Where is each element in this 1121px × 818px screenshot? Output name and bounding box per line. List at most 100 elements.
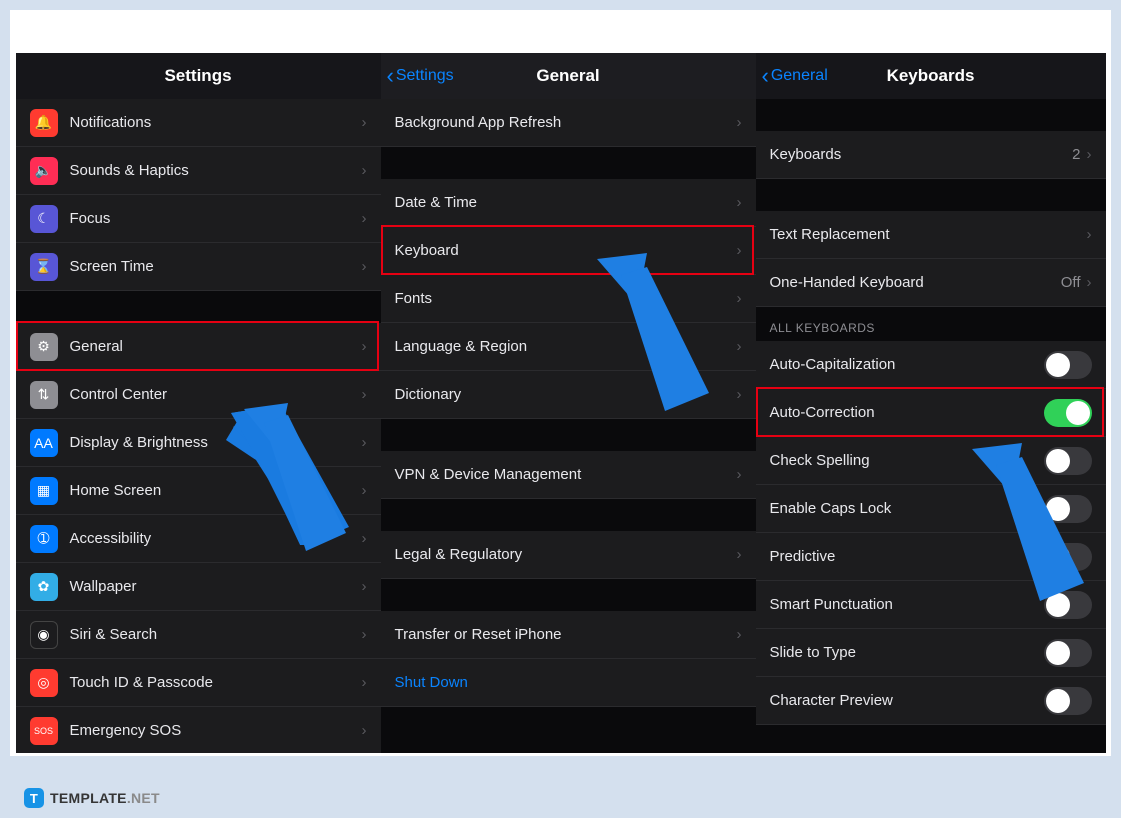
row-label: Check Spelling bbox=[770, 452, 1044, 469]
row-label: Auto-Correction bbox=[770, 404, 1044, 421]
toggle-auto-correction[interactable] bbox=[1044, 399, 1092, 427]
row-fonts[interactable]: Fonts› bbox=[381, 275, 756, 323]
back-label: General bbox=[771, 67, 828, 85]
toggle-auto-capitalization[interactable] bbox=[1044, 351, 1092, 379]
row-label: Background App Refresh bbox=[395, 114, 737, 131]
person-icon: ➀ bbox=[30, 525, 58, 553]
row-date-time[interactable]: Date & Time› bbox=[381, 179, 756, 227]
row-screen-time[interactable]: ⌛Screen Time› bbox=[16, 243, 381, 291]
toggle-check-spelling[interactable] bbox=[1044, 447, 1092, 475]
row-character-preview[interactable]: Character Preview bbox=[756, 677, 1106, 725]
row-check-spelling[interactable]: Check Spelling bbox=[756, 437, 1106, 485]
row-focus[interactable]: ☾Focus› bbox=[16, 195, 381, 243]
settings-title: Settings bbox=[164, 66, 231, 86]
row-label: Text Replacement bbox=[770, 226, 1087, 243]
row-one-handed-keyboard[interactable]: One-Handed KeyboardOff› bbox=[756, 259, 1106, 307]
row-display-brightness[interactable]: AA Display & Brightness› bbox=[16, 419, 381, 467]
chevron-right-icon: › bbox=[737, 466, 742, 483]
row-auto-capitalization[interactable]: Auto-Capitalization bbox=[756, 341, 1106, 389]
row-label: Touch ID & Passcode bbox=[70, 674, 362, 691]
row-label: General bbox=[70, 338, 362, 355]
row-emergency-sos[interactable]: SOSEmergency SOS› bbox=[16, 707, 381, 753]
watermark-suffix: .NET bbox=[127, 790, 160, 806]
row-label: Predictive bbox=[770, 548, 1044, 565]
row-general[interactable]: ⚙General› bbox=[16, 323, 381, 371]
siri-icon: ◉ bbox=[30, 621, 58, 649]
row-label: Control Center bbox=[70, 386, 362, 403]
row-label: Display & Brightness bbox=[70, 434, 362, 451]
chevron-right-icon: › bbox=[737, 338, 742, 355]
row-label: Siri & Search bbox=[70, 626, 362, 643]
watermark-brand: TEMPLATE bbox=[50, 790, 127, 806]
row-legal-regulatory[interactable]: Legal & Regulatory› bbox=[381, 531, 756, 579]
chevron-right-icon: › bbox=[737, 386, 742, 403]
chevron-right-icon: › bbox=[362, 434, 367, 451]
row-notifications[interactable]: 🔔Notifications› bbox=[16, 99, 381, 147]
row-enable-caps-lock[interactable]: Enable Caps Lock bbox=[756, 485, 1106, 533]
fingerprint-icon: ◎ bbox=[30, 669, 58, 697]
row-label: Fonts bbox=[395, 290, 737, 307]
toggle-slide-to-type[interactable] bbox=[1044, 639, 1092, 667]
toggle-enable-caps-lock[interactable] bbox=[1044, 495, 1092, 523]
row-siri-search[interactable]: ◉Siri & Search› bbox=[16, 611, 381, 659]
row-label: Language & Region bbox=[395, 338, 737, 355]
grid-icon: ▦ bbox=[30, 477, 58, 505]
toggle-predictive[interactable] bbox=[1044, 543, 1092, 571]
row-label: Date & Time bbox=[395, 194, 737, 211]
chevron-right-icon: › bbox=[362, 114, 367, 131]
row-label: Smart Punctuation bbox=[770, 596, 1044, 613]
chevron-right-icon: › bbox=[1087, 146, 1092, 163]
row-control-center[interactable]: ⇅Control Center› bbox=[16, 371, 381, 419]
chevron-left-icon: ‹ bbox=[762, 65, 769, 87]
watermark-badge: T bbox=[24, 788, 44, 808]
row-keyboards[interactable]: Keyboards2 › bbox=[756, 131, 1106, 179]
row-value: 2 bbox=[1072, 146, 1080, 163]
keyboards-header: ‹ General Keyboards bbox=[756, 53, 1106, 99]
row-vpn-device-management[interactable]: VPN & Device Management› bbox=[381, 451, 756, 499]
row-accessibility[interactable]: ➀Accessibility› bbox=[16, 515, 381, 563]
settings-header: Settings bbox=[16, 53, 381, 99]
row-label: Keyboards bbox=[770, 146, 1073, 163]
aa-icon: AA bbox=[30, 429, 58, 457]
row-home-screen[interactable]: ▦ Home Screen› bbox=[16, 467, 381, 515]
row-language-region[interactable]: Language & Region› bbox=[381, 323, 756, 371]
chevron-right-icon: › bbox=[362, 482, 367, 499]
chevron-right-icon: › bbox=[737, 194, 742, 211]
row-keyboard[interactable]: Keyboard› bbox=[381, 227, 756, 275]
row-shut-down[interactable]: Shut Down bbox=[381, 659, 756, 707]
row-predictive[interactable]: Predictive bbox=[756, 533, 1106, 581]
toggle-smart-punctuation[interactable] bbox=[1044, 591, 1092, 619]
row-label: Home Screen bbox=[70, 482, 362, 499]
chevron-right-icon: › bbox=[737, 114, 742, 131]
chevron-right-icon: › bbox=[362, 674, 367, 691]
watermark: T TEMPLATE.NET bbox=[24, 788, 160, 808]
moon-icon: ☾ bbox=[30, 205, 58, 233]
row-wallpaper[interactable]: ✿Wallpaper› bbox=[16, 563, 381, 611]
row-transfer-or-reset-iphone[interactable]: Transfer or Reset iPhone› bbox=[381, 611, 756, 659]
chevron-right-icon: › bbox=[737, 546, 742, 563]
back-to-settings[interactable]: ‹ Settings bbox=[387, 65, 454, 87]
row-sounds-haptics[interactable]: 🔈Sounds & Haptics› bbox=[16, 147, 381, 195]
row-label: Wallpaper bbox=[70, 578, 362, 595]
row-smart-punctuation[interactable]: Smart Punctuation bbox=[756, 581, 1106, 629]
row-slide-to-type[interactable]: Slide to Type bbox=[756, 629, 1106, 677]
row-label: Character Preview bbox=[770, 692, 1044, 709]
row-label: Transfer or Reset iPhone bbox=[395, 626, 737, 643]
row-touch-id-passcode[interactable]: ◎ Touch ID & Passcode› bbox=[16, 659, 381, 707]
keyboards-panel: ‹ General Keyboards Keyboards2› Text Rep… bbox=[756, 53, 1106, 753]
flower-icon: ✿ bbox=[30, 573, 58, 601]
settings-panel: Settings 🔔Notifications›🔈Sounds & Haptic… bbox=[16, 53, 381, 753]
row-text-replacement[interactable]: Text Replacement› bbox=[756, 211, 1106, 259]
chevron-left-icon: ‹ bbox=[387, 65, 394, 87]
keyboards-title: Keyboards bbox=[887, 66, 975, 86]
general-panel: ‹ Settings General Background App Refres… bbox=[381, 53, 756, 753]
gear-icon: ⚙ bbox=[30, 333, 58, 361]
row-label: Shut Down bbox=[395, 674, 742, 691]
toggle-character-preview[interactable] bbox=[1044, 687, 1092, 715]
row-auto-correction[interactable]: Auto-Correction bbox=[756, 389, 1106, 437]
chevron-right-icon: › bbox=[362, 210, 367, 227]
row-background-app-refresh[interactable]: Background App Refresh› bbox=[381, 99, 756, 147]
general-header: ‹ Settings General bbox=[381, 53, 756, 99]
row-dictionary[interactable]: Dictionary› bbox=[381, 371, 756, 419]
back-to-general[interactable]: ‹ General bbox=[762, 65, 828, 87]
